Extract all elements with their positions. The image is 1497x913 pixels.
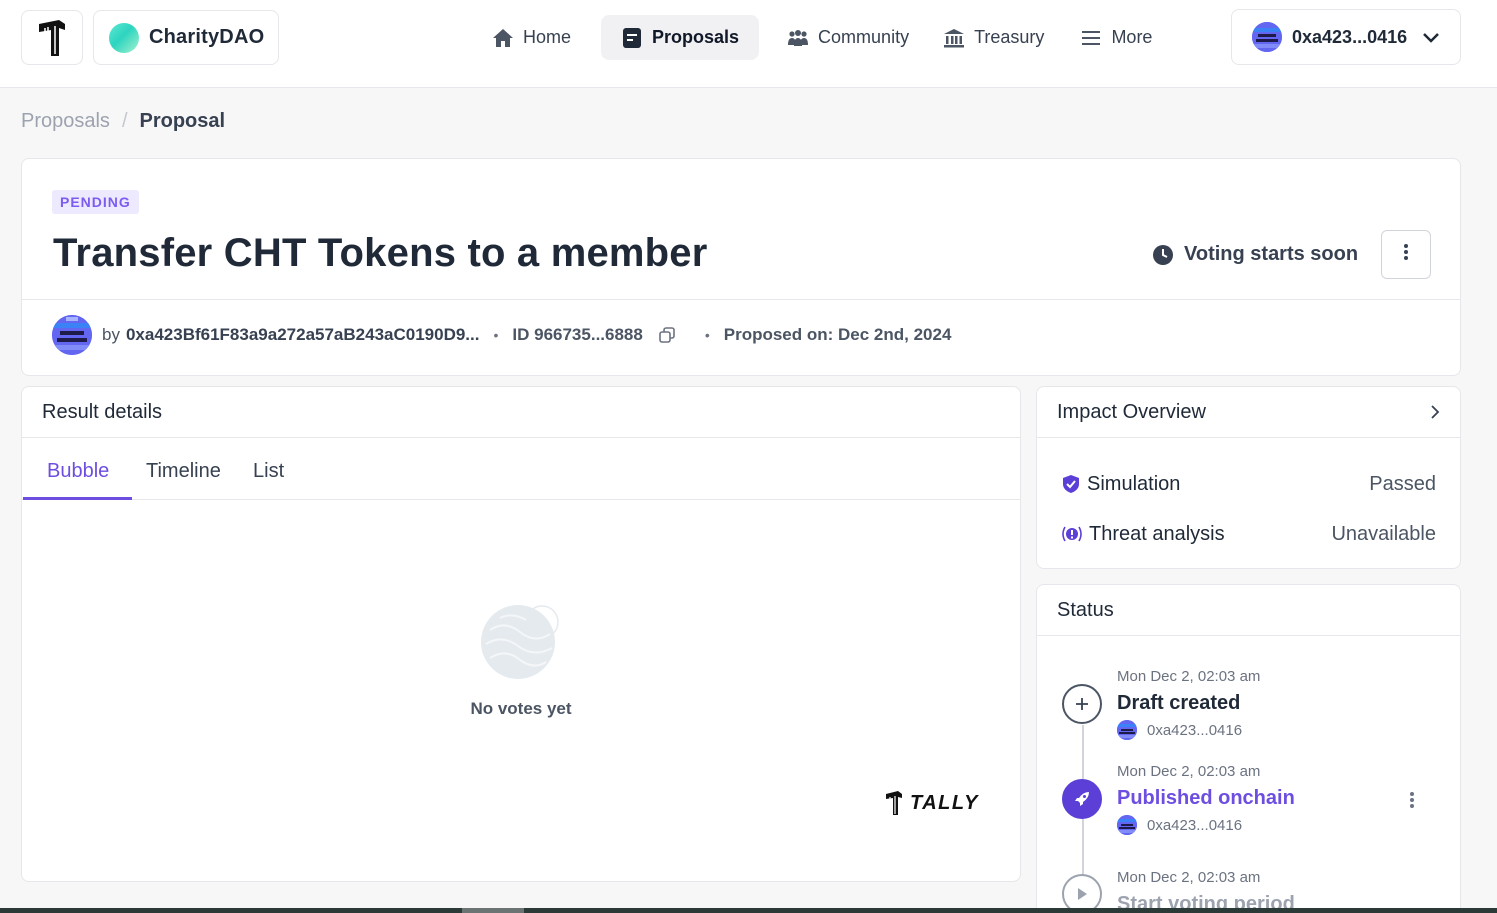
clock-icon — [1152, 244, 1174, 266]
no-votes-text: No votes yet — [470, 699, 572, 718]
tally-logo-icon — [886, 791, 902, 815]
proposal-title: Transfer CHT Tokens to a member — [53, 231, 708, 275]
nav-proposals-label: Proposals — [652, 27, 740, 47]
nav-home-label: Home — [523, 27, 572, 47]
kebab-icon[interactable] — [1409, 791, 1415, 814]
no-votes-illustration — [480, 600, 564, 684]
nav-more[interactable]: More — [1066, 15, 1166, 60]
chevron-right-icon — [1430, 404, 1440, 425]
voting-status: Voting starts soon — [1152, 243, 1358, 266]
event-date: Mon Dec 2, 02:03 am — [1117, 869, 1261, 886]
event-title: Draft created — [1117, 692, 1241, 714]
author-avatar — [1117, 815, 1137, 835]
separator-dot: • — [493, 327, 499, 343]
proposals-icon — [621, 27, 643, 49]
status-card: Status Mon Dec 2, 02:03 am Draft created… — [1036, 584, 1461, 913]
divider — [1037, 437, 1460, 438]
wallet-avatar — [1252, 22, 1282, 52]
tally-brand-logo: TALLY — [884, 790, 979, 816]
event-date: Mon Dec 2, 02:03 am — [1117, 668, 1261, 685]
dao-selector[interactable]: CharityDAO — [93, 10, 279, 65]
breadcrumb-separator: / — [121, 110, 128, 132]
tally-wordmark: TALLY — [910, 791, 979, 814]
author-avatar — [1117, 720, 1137, 740]
tally-logo-icon — [39, 19, 65, 56]
author-avatar — [52, 315, 92, 355]
scrollbar-thumb[interactable] — [462, 908, 524, 913]
chevron-down-icon — [1422, 28, 1440, 51]
nav-community-label: Community — [818, 27, 910, 47]
proposal-options-button[interactable] — [1381, 230, 1431, 279]
rocket-icon — [1062, 779, 1102, 819]
status-badge: PENDING — [52, 190, 139, 214]
impact-row-simulation: Simulation Passed — [1061, 469, 1436, 499]
voting-status-text: Voting starts soon — [1184, 243, 1359, 265]
divider — [1037, 635, 1460, 636]
tab-bubble[interactable]: Bubble — [47, 460, 109, 483]
dao-avatar — [109, 22, 139, 53]
nav-treasury-label: Treasury — [974, 27, 1045, 47]
dao-name: CharityDAO — [149, 26, 265, 48]
nav-more-label: More — [1111, 27, 1153, 47]
shield-check-icon — [1061, 474, 1081, 494]
author-address[interactable]: 0xa423Bf61F83a9a272a57aB243aC0190D9... — [126, 325, 480, 345]
by-label: by — [102, 325, 120, 344]
breadcrumb-current: Proposal — [139, 110, 226, 132]
event-author: 0xa423...0416 — [1117, 815, 1242, 835]
treasury-icon — [943, 27, 965, 49]
impact-overview-card[interactable]: Impact Overview Simulation Passed Threat… — [1036, 386, 1461, 569]
result-tabs: Bubble Timeline List — [22, 438, 1020, 500]
active-tab-indicator — [23, 497, 132, 500]
nav-treasury[interactable]: Treasury — [929, 15, 1058, 60]
nav-proposals[interactable]: Proposals — [601, 15, 760, 60]
impact-overview-title: Impact Overview — [1057, 401, 1206, 423]
tally-logo-button[interactable] — [21, 10, 83, 65]
simulation-value: Passed — [1369, 472, 1436, 495]
nav-home[interactable]: Home — [478, 15, 585, 60]
proposed-date: Proposed on: Dec 2nd, 2024 — [723, 325, 952, 344]
event-date: Mon Dec 2, 02:03 am — [1117, 763, 1261, 780]
copy-icon[interactable] — [659, 327, 675, 343]
nav-community[interactable]: Community — [773, 15, 923, 60]
divider — [22, 299, 1460, 300]
proposal-meta: by 0xa423Bf61F83a9a272a57aB243aC0190D9..… — [52, 315, 951, 355]
event-author-address: 0xa423...0416 — [1147, 721, 1243, 739]
main-nav: Home Proposals Community Treasury More — [478, 15, 1168, 60]
threat-analysis-label: Threat analysis — [1089, 522, 1225, 545]
tab-list[interactable]: List — [253, 460, 284, 483]
separator-dot: • — [704, 327, 710, 343]
menu-icon — [1080, 27, 1102, 49]
horizontal-scrollbar[interactable] — [0, 908, 1497, 913]
threat-analysis-value: Unavailable — [1331, 522, 1436, 545]
plus-icon — [1062, 684, 1102, 724]
home-icon — [492, 27, 514, 49]
wallet-address: 0xa423...0416 — [1292, 26, 1408, 47]
proposal-id: ID 966735...6888 — [512, 325, 643, 344]
proposal-header-card: PENDING Transfer CHT Tokens to a member … — [21, 158, 1461, 376]
community-icon — [787, 27, 809, 49]
event-author-address: 0xa423...0416 — [1147, 816, 1243, 834]
impact-row-threat: Threat analysis Unavailable — [1061, 519, 1436, 549]
simulation-label: Simulation — [1087, 472, 1181, 495]
event-title[interactable]: Published onchain — [1117, 787, 1295, 810]
kebab-icon — [1403, 243, 1409, 266]
wallet-menu-button[interactable]: 0xa423...0416 — [1231, 9, 1461, 65]
breadcrumb-proposals-link[interactable]: Proposals — [21, 110, 110, 133]
result-details-card: Result details Bubble Timeline List No v… — [21, 386, 1021, 882]
event-author: 0xa423...0416 — [1117, 720, 1242, 740]
tab-timeline[interactable]: Timeline — [146, 460, 221, 483]
alert-icon — [1061, 525, 1083, 543]
status-title: Status — [1057, 599, 1114, 621]
top-navigation-bar: CharityDAO Home Proposals Community Trea… — [0, 0, 1497, 88]
breadcrumb: Proposals / Proposal — [21, 110, 225, 133]
result-details-title: Result details — [42, 401, 163, 423]
